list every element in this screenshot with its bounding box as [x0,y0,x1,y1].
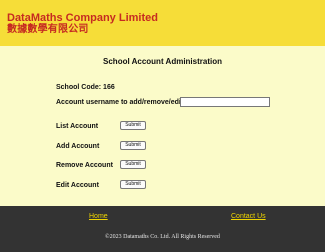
page-title: School Account Administration [103,57,222,66]
site-footer: Home Contact Us ©2023 Datamaths Co. Ltd.… [0,206,325,252]
username-input[interactable] [180,97,270,107]
copyright-text: ©2023 Datamaths Co. Ltd. All Rights Rese… [105,234,220,240]
contact-us-link[interactable]: Contact Us [231,213,266,220]
list-account-label: List Account [56,123,99,130]
remove-account-submit-button[interactable]: Submit [120,160,146,169]
home-link[interactable]: Home [89,213,108,220]
school-code: School Code: 166 [56,84,115,91]
site-header: DataMaths Company Limited 數據數學有限公司 [0,0,325,46]
edit-account-submit-button[interactable]: Submit [120,180,146,189]
list-account-submit-button[interactable]: Submit [120,121,146,130]
company-name-chinese: 數據數學有限公司 [7,24,89,35]
username-label: Account username to add/remove/edit [56,99,184,106]
edit-account-label: Edit Account [56,182,99,189]
company-name-english: DataMaths Company Limited [7,12,158,24]
add-account-label: Add Account [56,143,100,150]
admin-panel: School Account Administration School Cod… [0,46,325,206]
remove-account-label: Remove Account [56,162,113,169]
add-account-submit-button[interactable]: Submit [120,141,146,150]
